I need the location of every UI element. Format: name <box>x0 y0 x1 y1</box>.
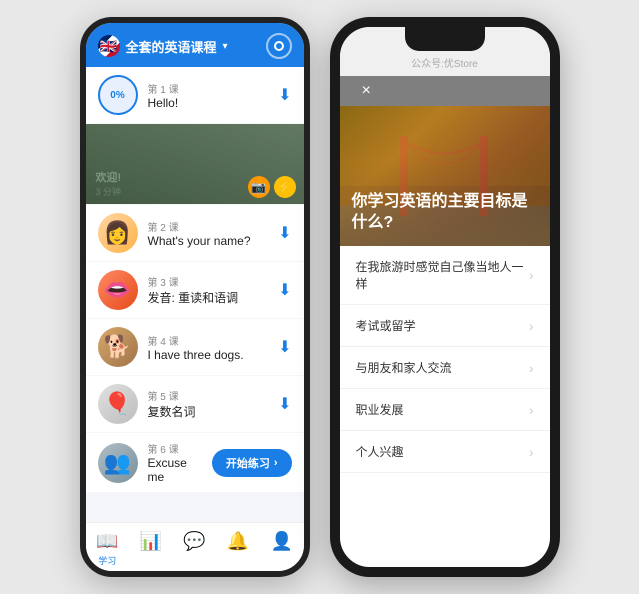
footer-item-bell[interactable]: 🔔 <box>227 531 249 567</box>
modal-hero: 你学习英语的主要目标是什么? <box>340 106 550 246</box>
option-text-1: 在我旅游时感觉自己像当地人一样 <box>356 258 529 292</box>
footer-item-stats[interactable]: 📊 <box>140 531 162 567</box>
chevron-right-icon-4: › <box>529 402 534 418</box>
option-row[interactable]: 个人兴趣 › <box>340 431 550 473</box>
chevron-down-icon: ▾ <box>223 41 228 52</box>
lesson-num-1: 第 1 课 <box>148 81 269 96</box>
option-text-4: 职业发展 <box>356 401 404 418</box>
phone1-header: 🇬🇧 全套的英语课程 ▾ <box>86 23 304 67</box>
lesson-name-5: 复数名词 <box>148 403 269 420</box>
lesson-avatar-1: 0% <box>98 75 138 115</box>
chevron-right-icon-3: › <box>529 360 534 376</box>
lesson-avatar-2: 👩 <box>98 213 138 253</box>
welcome-banner: 欢迎! 3 分钟 📷 ⚡ <box>86 124 304 204</box>
modal-hero-title: 你学习英语的主要目标是什么? <box>352 192 538 234</box>
badge-orange: 📷 <box>248 176 270 198</box>
lesson-num-5: 第 5 课 <box>148 388 269 403</box>
lesson-row[interactable]: 👄 第 3 课 发音: 重读和语调 ⬇ <box>86 262 304 318</box>
lesson-row[interactable]: 👩 第 2 课 What's your name? ⬇ <box>86 205 304 261</box>
lesson-num-4: 第 4 课 <box>148 333 269 348</box>
footer-item-profile[interactable]: 👤 <box>270 531 292 567</box>
lesson-info-4: 第 4 课 I have three dogs. <box>148 333 269 362</box>
option-row[interactable]: 在我旅游时感觉自己像当地人一样 › <box>340 246 550 305</box>
bell-icon: 🔔 <box>227 531 249 552</box>
close-button[interactable]: × <box>350 74 383 107</box>
lesson-num-3: 第 3 课 <box>148 274 269 289</box>
chevron-right-icon-5: › <box>529 444 534 460</box>
option-row[interactable]: 与朋友和家人交流 › <box>340 347 550 389</box>
lesson-avatar-4: 🐕 <box>98 327 138 367</box>
footer-label-learn: 学习 <box>98 554 116 567</box>
lesson-num-6: 第 6 课 <box>148 441 202 456</box>
option-row[interactable]: 职业发展 › <box>340 389 550 431</box>
watermark-text: 公众号:优Store <box>411 59 478 70</box>
lesson-row[interactable]: 🐕 第 4 课 I have three dogs. ⬇ <box>86 319 304 375</box>
banner-icons: 📷 ⚡ <box>248 176 296 198</box>
lesson-row[interactable]: 👥 第 6 课 Excuse me 开始练习 › <box>86 433 304 492</box>
lesson-name-6: Excuse me <box>148 456 202 484</box>
lesson-info-6: 第 6 课 Excuse me <box>148 441 202 484</box>
option-text-3: 与朋友和家人交流 <box>356 359 452 376</box>
download-icon-2[interactable]: ⬇ <box>278 223 291 243</box>
lesson-avatar-5: 🎈 <box>98 384 138 424</box>
lesson-info-2: 第 2 课 What's your name? <box>148 219 269 248</box>
badge-yellow: ⚡ <box>274 176 296 198</box>
chevron-right-icon-2: › <box>529 318 534 334</box>
phone2: 公众号:优Store × 你学习英语的主要目标是什么? <box>330 17 560 577</box>
phone-notch <box>405 27 485 51</box>
lesson-num-2: 第 2 课 <box>148 219 269 234</box>
timer-circle <box>274 41 284 51</box>
option-text-5: 个人兴趣 <box>356 443 404 460</box>
phone1-footer: 📖 学习 📊 💬 🔔 👤 <box>86 522 304 571</box>
download-icon-4[interactable]: ⬇ <box>278 337 291 357</box>
lesson-info-5: 第 5 课 复数名词 <box>148 388 269 420</box>
footer-item-chat[interactable]: 💬 <box>183 531 205 567</box>
lesson-row[interactable]: 0% 第 1 课 Hello! ⬇ <box>86 67 304 123</box>
modal-options: 在我旅游时感觉自己像当地人一样 › 考试或留学 › 与朋友和家人交流 › 职业发… <box>340 246 550 567</box>
download-icon-5[interactable]: ⬇ <box>278 394 291 414</box>
lesson-row[interactable]: 🎈 第 5 课 复数名词 ⬇ <box>86 376 304 432</box>
lesson-info-3: 第 3 课 发音: 重读和语调 <box>148 274 269 306</box>
flag-icon: 🇬🇧 <box>98 35 120 57</box>
option-row[interactable]: 考试或留学 › <box>340 305 550 347</box>
chat-icon: 💬 <box>183 531 205 552</box>
stats-icon: 📊 <box>140 531 162 552</box>
lesson-avatar-6: 👥 <box>98 443 138 483</box>
download-icon-3[interactable]: ⬇ <box>278 280 291 300</box>
lesson-name-1: Hello! <box>148 96 269 110</box>
lesson-name-4: I have three dogs. <box>148 348 269 362</box>
lessons-list: 0% 第 1 课 Hello! ⬇ 欢迎! 3 分钟 📷 ⚡ 👩 第 <box>86 67 304 522</box>
option-text-2: 考试或留学 <box>356 317 416 334</box>
header-title: 全套的英语课程 <box>126 37 217 56</box>
timer-icon <box>266 33 292 59</box>
download-icon-1[interactable]: ⬇ <box>278 85 291 105</box>
phone1: 🇬🇧 全套的英语课程 ▾ 0% 第 1 课 Hello! ⬇ 欢迎! 3 分钟 <box>80 17 310 577</box>
footer-item-learn[interactable]: 📖 学习 <box>96 531 118 567</box>
modal-overlay: × 你学习英语的主要目标是什么? 在我旅游时感觉自己像当地 <box>340 76 550 567</box>
profile-icon: 👤 <box>270 531 292 552</box>
lesson-info-1: 第 1 课 Hello! <box>148 81 269 110</box>
chevron-right-icon-1: › <box>529 267 534 283</box>
header-left: 🇬🇧 全套的英语课程 ▾ <box>98 35 228 57</box>
lesson-name-2: What's your name? <box>148 234 269 248</box>
start-practice-button[interactable]: 开始练习 › <box>212 449 292 477</box>
lesson-name-3: 发音: 重读和语调 <box>148 289 269 306</box>
book-icon: 📖 <box>96 531 118 552</box>
lesson-avatar-3: 👄 <box>98 270 138 310</box>
